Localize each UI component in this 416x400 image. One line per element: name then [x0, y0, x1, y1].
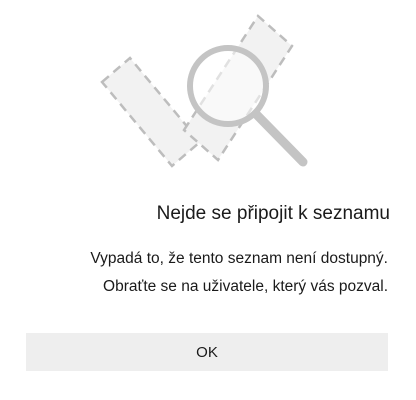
ok-button[interactable]: OK: [26, 333, 388, 371]
dialog-title: Nejde se připojit k seznamu: [156, 203, 390, 224]
dialog-message-line-2: Obraťte se na uživatele, který vás pozva…: [103, 278, 388, 295]
search-magnifier-dashed-list-icon: [100, 14, 308, 168]
dialog-message-line-1: Vypadá to, že tento seznam není dostupný…: [90, 250, 388, 267]
error-dialog: Nejde se připojit k seznamu Vypadá to, ž…: [0, 0, 416, 400]
